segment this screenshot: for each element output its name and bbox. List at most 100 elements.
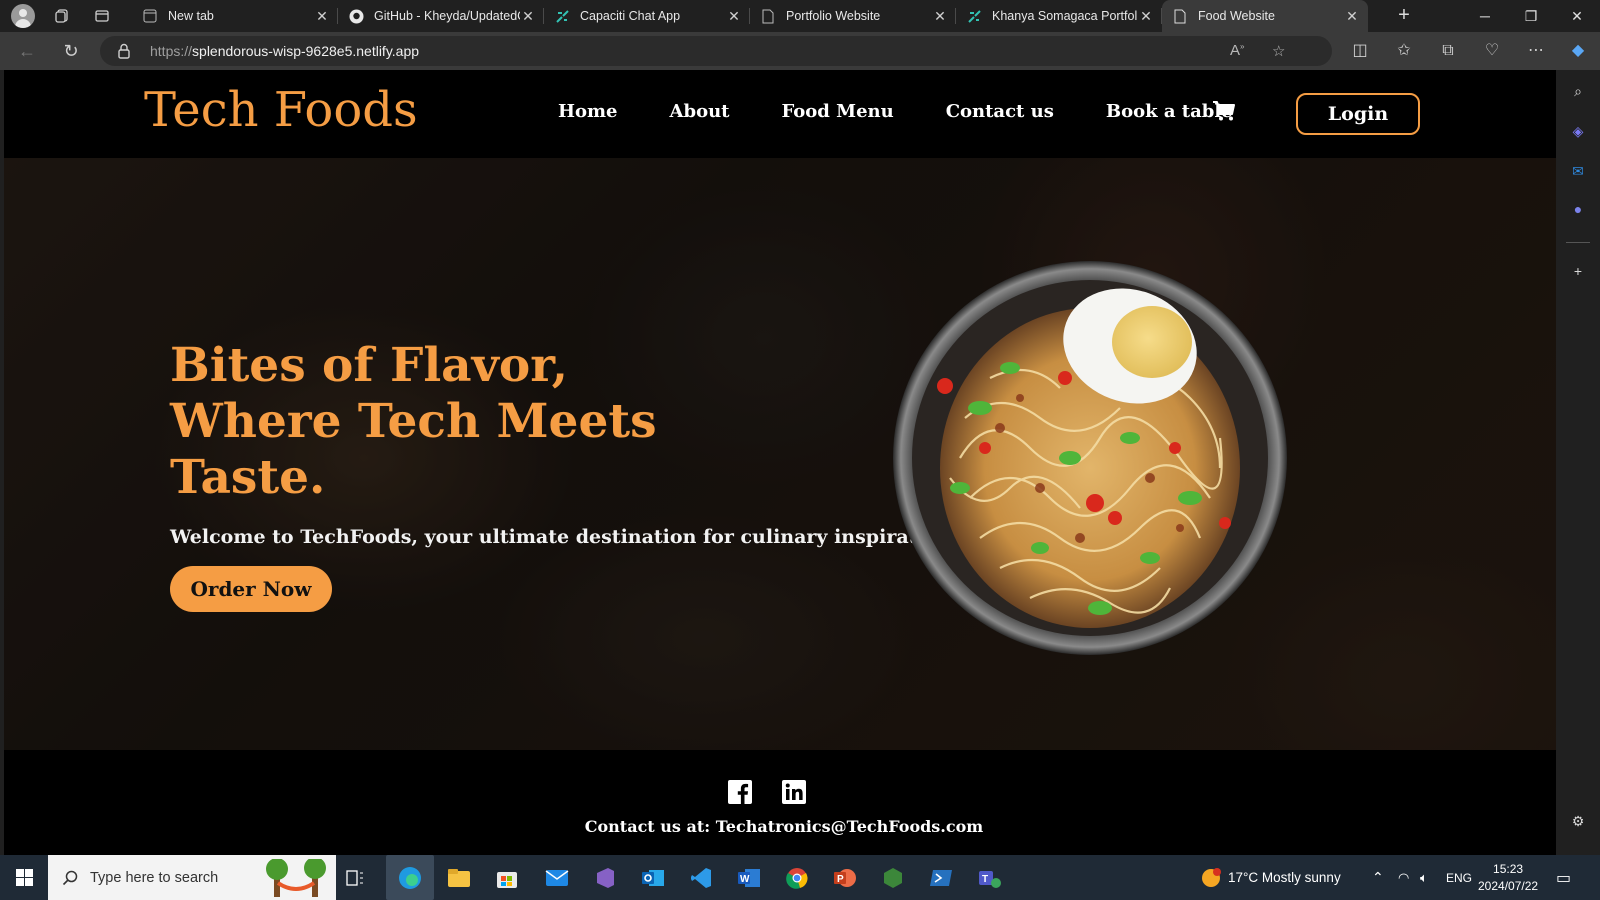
mail-icon[interactable]: [540, 861, 574, 895]
contact-text: Contact us at: Techatronics@TechFoods.co…: [584, 817, 984, 836]
sidebar-divider: [1566, 242, 1590, 243]
hero-subtitle: Welcome to TechFoods, your ultimate dest…: [170, 526, 960, 548]
minimize-icon[interactable]: ─: [1462, 0, 1508, 32]
teams-icon[interactable]: ●: [1567, 198, 1589, 220]
window-controls: ─ ❐ ✕: [1462, 0, 1600, 32]
chrome-icon[interactable]: [780, 861, 814, 895]
facebook-icon[interactable]: [728, 780, 752, 804]
hero-section: Bites of Flavor, Where Tech Meets Taste.…: [4, 158, 1556, 750]
tab-portfolio[interactable]: Portfolio Website ✕: [750, 0, 956, 32]
workspaces-icon[interactable]: [44, 0, 80, 32]
windows-taskbar: Type here to search W P T 17°C Mostly su…: [0, 855, 1600, 900]
clock[interactable]: 15:23 2024/07/22: [1478, 861, 1538, 895]
volume-icon[interactable]: 🔈︎: [1420, 855, 1428, 900]
read-aloud-icon[interactable]: A»: [1230, 42, 1244, 59]
close-icon[interactable]: ✕: [520, 8, 536, 25]
tray-overflow-icon[interactable]: ⌃: [1372, 855, 1384, 900]
new-tab-button[interactable]: +: [1390, 4, 1418, 28]
svg-text:P: P: [837, 874, 844, 885]
collections-icon[interactable]: ⧉: [1436, 39, 1460, 63]
close-icon[interactable]: ✕: [726, 8, 742, 25]
refresh-icon[interactable]: ↻: [60, 40, 82, 62]
copilot-icon[interactable]: ◆: [1566, 39, 1590, 63]
favorites-icon[interactable]: ✩: [1392, 39, 1416, 63]
netlify-icon: [554, 8, 570, 24]
close-icon[interactable]: ✕: [314, 8, 330, 25]
copilot-sidebar-icon[interactable]: ◈: [1567, 120, 1589, 142]
split-screen-icon[interactable]: ◫: [1348, 39, 1372, 63]
tab-khanya-portfolio[interactable]: Khanya Somagaca Portfolio ✕: [956, 0, 1162, 32]
search-icon: [62, 870, 78, 885]
language-indicator[interactable]: ENG: [1446, 855, 1472, 900]
page-icon: [760, 8, 776, 24]
close-icon[interactable]: ✕: [1138, 8, 1154, 25]
browser-window: New tab ✕ GitHub - Kheyda/UpdatedC ✕ Cap…: [0, 0, 1600, 900]
edge-taskbar-icon[interactable]: [386, 855, 434, 900]
nav-food-menu[interactable]: Food Menu: [781, 101, 893, 122]
tab-strip: New tab ✕ GitHub - Kheyda/UpdatedC ✕ Cap…: [0, 0, 1600, 32]
svg-text:T: T: [982, 874, 988, 885]
vscode-icon[interactable]: [684, 861, 718, 895]
windows-start-icon[interactable]: [0, 855, 48, 900]
nav-home[interactable]: Home: [558, 101, 618, 122]
lock-icon: [118, 43, 130, 59]
word-icon[interactable]: W: [732, 861, 766, 895]
order-now-button[interactable]: Order Now: [170, 566, 332, 612]
nav-contact-us[interactable]: Contact us: [946, 101, 1054, 122]
site-footer: Contact us at: Techatronics@TechFoods.co…: [4, 750, 1556, 855]
url-text: https://splendorous-wisp-9628e5.netlify.…: [150, 43, 420, 59]
browser-essentials-icon[interactable]: ♡: [1480, 39, 1504, 63]
search-highlight-illustration: [266, 859, 326, 897]
main-nav: Home About Food Menu Contact us Book a t…: [558, 101, 1285, 122]
outlook-icon[interactable]: ✉: [1567, 160, 1589, 182]
address-bar[interactable]: https://splendorous-wisp-9628e5.netlify.…: [100, 36, 1332, 66]
visual-studio-icon[interactable]: [588, 861, 622, 895]
browser-toolbar: ← ↻ https://splendorous-wisp-9628e5.netl…: [0, 32, 1600, 70]
restore-icon[interactable]: ❐: [1508, 0, 1554, 32]
file-explorer-icon[interactable]: [442, 861, 476, 895]
edge-sidebar: ⌕ ◈ ✉ ● + ⚙: [1556, 70, 1600, 855]
site-header: Tech Foods Home About Food Menu Contact …: [4, 70, 1556, 158]
ms-store-icon[interactable]: [490, 861, 524, 895]
taskbar-search-input[interactable]: Type here to search: [48, 855, 336, 900]
powershell-icon[interactable]: [924, 861, 958, 895]
profile-button[interactable]: [0, 0, 36, 32]
avatar: [10, 4, 35, 28]
vertical-tabs-icon[interactable]: [84, 0, 120, 32]
close-icon[interactable]: ✕: [1344, 8, 1360, 25]
close-window-icon[interactable]: ✕: [1554, 0, 1600, 32]
login-button[interactable]: Login: [1296, 93, 1420, 135]
newtab-icon: [142, 8, 158, 24]
hero-text: Bites of Flavor, Where Tech Meets Taste.…: [170, 338, 959, 612]
nav-about[interactable]: About: [670, 101, 730, 122]
close-icon[interactable]: ✕: [932, 8, 948, 25]
brand-logo[interactable]: Tech Foods: [144, 82, 418, 138]
tab-list: New tab ✕ GitHub - Kheyda/UpdatedC ✕ Cap…: [132, 0, 1368, 32]
tab-github[interactable]: GitHub - Kheyda/UpdatedC ✕: [338, 0, 544, 32]
tab-food-website[interactable]: Food Website ✕: [1162, 0, 1368, 32]
settings-icon[interactable]: ⚙: [1567, 810, 1589, 832]
cart-icon[interactable]: [1212, 100, 1236, 122]
powerpoint-icon[interactable]: P: [828, 861, 862, 895]
notification-icon[interactable]: ▭: [1556, 855, 1571, 900]
more-menu-icon[interactable]: ⋯: [1524, 39, 1548, 63]
search-icon[interactable]: ⌕: [1567, 80, 1589, 102]
network-icon[interactable]: ◠: [1398, 855, 1409, 900]
netlify-icon: [966, 8, 982, 24]
page-icon: [1172, 8, 1188, 24]
outlook-taskbar-icon[interactable]: [636, 861, 670, 895]
weather-widget[interactable]: 17°C Mostly sunny: [1200, 855, 1341, 900]
nodejs-icon[interactable]: [876, 861, 910, 895]
teams-taskbar-icon[interactable]: T: [972, 861, 1006, 895]
social-links: [728, 780, 806, 804]
linkedin-icon[interactable]: [782, 780, 806, 804]
tab-capaciti-chat[interactable]: Capaciti Chat App ✕: [544, 0, 750, 32]
back-icon[interactable]: ←: [16, 40, 38, 62]
favorite-star-icon[interactable]: ☆: [1272, 42, 1285, 60]
weather-sun-icon: [1202, 867, 1221, 887]
task-view-icon[interactable]: [338, 861, 372, 895]
noodle-bowl-image: [893, 261, 1287, 655]
add-icon[interactable]: +: [1567, 260, 1589, 282]
tab-new-tab[interactable]: New tab ✕: [132, 0, 338, 32]
github-icon: [348, 8, 364, 24]
